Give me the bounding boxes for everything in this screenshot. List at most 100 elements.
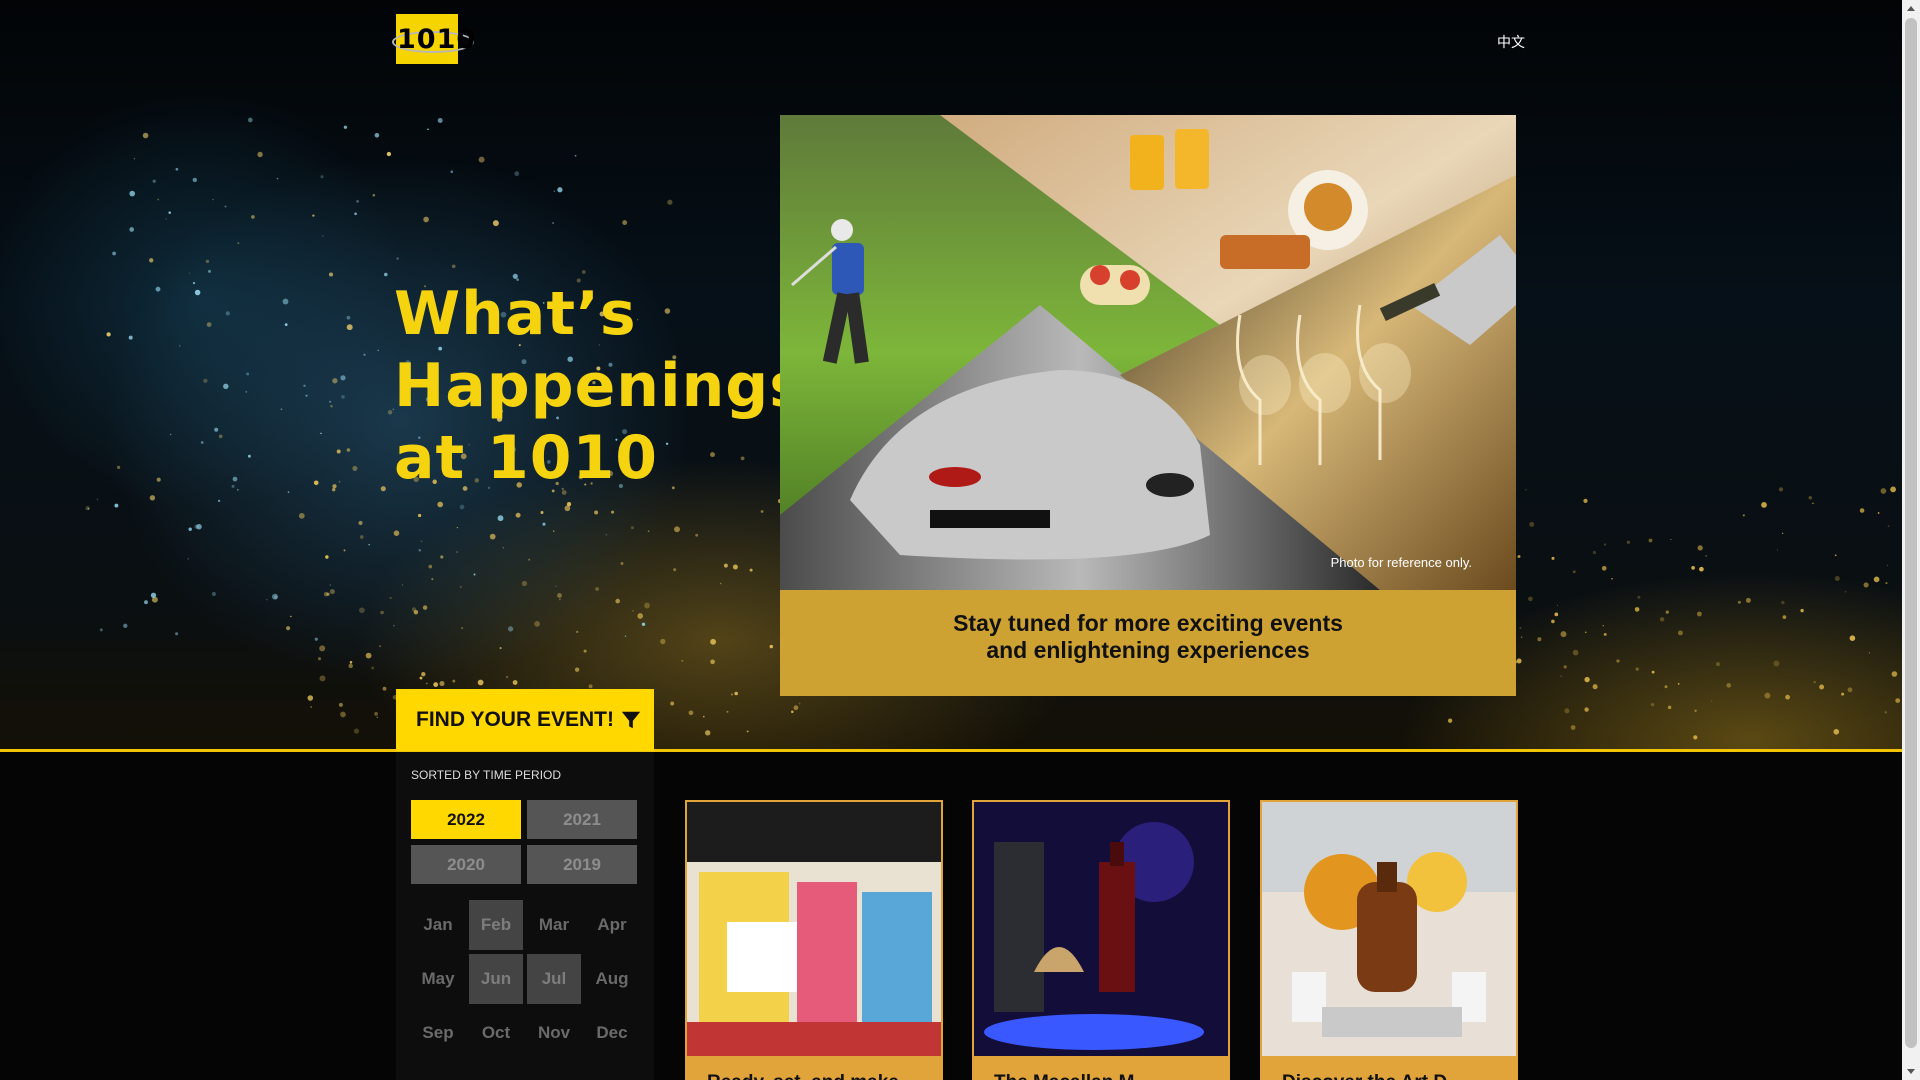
year-option-2019[interactable]: 2019	[527, 845, 637, 884]
sparkle-dot	[1635, 667, 1639, 671]
sparkle-dot	[460, 626, 464, 630]
sparkle-dot	[1895, 698, 1901, 703]
filter-icon	[621, 711, 641, 729]
month-option-jul[interactable]: Jul	[527, 954, 581, 1004]
sparkle-dot	[710, 638, 716, 645]
sparkle-dot	[427, 128, 429, 131]
sparkle-dot	[298, 513, 305, 519]
sparkle-dot	[150, 592, 157, 598]
month-option-jan[interactable]: Jan	[411, 900, 465, 950]
sparkle-dot	[376, 716, 379, 719]
sparkle-dot	[456, 551, 458, 553]
sparkle-dot	[144, 600, 148, 605]
sparkle-dot	[194, 524, 199, 529]
scrollbar-thumb[interactable]	[1905, 18, 1917, 1048]
event-card-title[interactable]: Ready, set, and make	[707, 1072, 899, 1080]
event-card[interactable]: Ready, set, and make	[685, 800, 943, 1080]
scroll-down-arrow-icon[interactable]	[1902, 1062, 1920, 1080]
sparkle-dot	[557, 187, 563, 193]
sparkle-dot	[322, 235, 324, 237]
sparkle-dot	[564, 505, 571, 512]
sparkle-dot	[1651, 670, 1655, 674]
sparkle-dot	[133, 158, 136, 160]
sparkle-dot	[512, 680, 518, 685]
sparkle-dot	[1745, 597, 1751, 603]
month-option-jun[interactable]: Jun	[469, 954, 523, 1004]
month-option-nov[interactable]: Nov	[527, 1008, 581, 1058]
month-option-dec[interactable]: Dec	[585, 1008, 639, 1058]
month-option-oct[interactable]: Oct	[469, 1008, 523, 1058]
caption-line-2: and enlightening experiences	[986, 637, 1310, 663]
sparkle-dot	[1570, 725, 1576, 730]
year-option-2022[interactable]: 2022	[411, 800, 521, 839]
sparkle-dot	[552, 530, 555, 532]
sparkle-dot	[492, 220, 499, 227]
site-logo[interactable]: 1010	[392, 14, 480, 66]
event-card[interactable]: Discover the Art D	[1260, 800, 1518, 1080]
month-option-feb[interactable]: Feb	[469, 900, 523, 950]
events-section-background	[0, 752, 1902, 1080]
sparkle-dot	[85, 505, 90, 511]
sparkle-dot	[632, 610, 634, 612]
scroll-up-arrow-icon[interactable]	[1902, 0, 1920, 18]
month-option-may[interactable]: May	[411, 954, 465, 1004]
sparkle-dot	[332, 378, 338, 384]
sparkle-dot	[1520, 636, 1523, 638]
sparkle-dot	[1782, 615, 1787, 619]
sparkle-dot	[116, 465, 121, 470]
month-option-aug[interactable]: Aug	[585, 954, 639, 1004]
banner-photo-note: Photo for reference only.	[1330, 555, 1472, 570]
month-option-apr[interactable]: Apr	[585, 900, 639, 950]
sparkle-dot	[644, 602, 650, 609]
sparkle-dot	[312, 214, 315, 217]
sparkle-dot	[303, 384, 306, 387]
sparkle-dot	[379, 645, 382, 648]
sparkle-dot	[129, 190, 136, 197]
sparkle-dot	[236, 488, 239, 491]
sparkle-dot	[200, 441, 204, 444]
sparkle-dot	[670, 701, 675, 706]
sparkle-dot	[1592, 550, 1597, 555]
sparkle-dot	[1659, 617, 1665, 622]
sparkle-dot	[1880, 488, 1887, 494]
year-option-2020[interactable]: 2020	[411, 845, 521, 884]
event-card-title[interactable]: Discover the Art D	[1282, 1072, 1447, 1080]
sparkle-dot	[489, 533, 496, 540]
headline-line-2: Happenings	[394, 351, 806, 421]
sparkle-dot	[225, 311, 230, 316]
sparkle-dot	[106, 332, 111, 337]
sparkle-dot	[1886, 564, 1889, 567]
event-card-image[interactable]	[687, 802, 941, 1056]
sparkle-dot	[731, 693, 733, 696]
event-filter-panel: SORTED BY TIME PERIOD 2022 2021 2020 2019 J…	[396, 752, 654, 1080]
sparkle-dot	[332, 488, 336, 492]
year-option-2021[interactable]: 2021	[527, 800, 637, 839]
sparkle-dot	[319, 645, 326, 652]
event-card[interactable]: The Macallan M	[972, 800, 1230, 1080]
page-scrollbar[interactable]	[1902, 0, 1920, 1080]
sparkle-dot	[246, 372, 250, 376]
event-card-title[interactable]: The Macallan M	[994, 1072, 1134, 1080]
event-card-image[interactable]	[1262, 802, 1516, 1056]
sparkle-dot	[1584, 631, 1587, 634]
language-switch-link[interactable]: 中文	[1497, 32, 1525, 52]
sparkle-dot	[326, 592, 330, 596]
sparkle-dot	[681, 659, 684, 663]
find-your-event-button[interactable]: FIND YOUR EVENT!	[396, 689, 654, 751]
sparkle-dot	[1572, 649, 1579, 656]
sparkle-dot	[188, 527, 192, 531]
sparkle-dot	[418, 549, 421, 552]
sparkle-dot	[188, 272, 191, 274]
sparkle-dot	[245, 390, 248, 393]
sparkle-dot	[114, 503, 119, 508]
sparkle-dot	[553, 190, 555, 192]
sparkle-dot	[674, 526, 680, 533]
sparkle-dot	[647, 530, 650, 533]
month-option-mar[interactable]: Mar	[527, 900, 581, 950]
sparkle-dot	[459, 585, 462, 589]
month-option-sep[interactable]: Sep	[411, 1008, 465, 1058]
sparkle-dot	[1665, 610, 1669, 614]
event-card-image[interactable]	[974, 802, 1228, 1056]
sparkle-dot	[793, 705, 799, 711]
sparkle-dot	[798, 702, 801, 705]
